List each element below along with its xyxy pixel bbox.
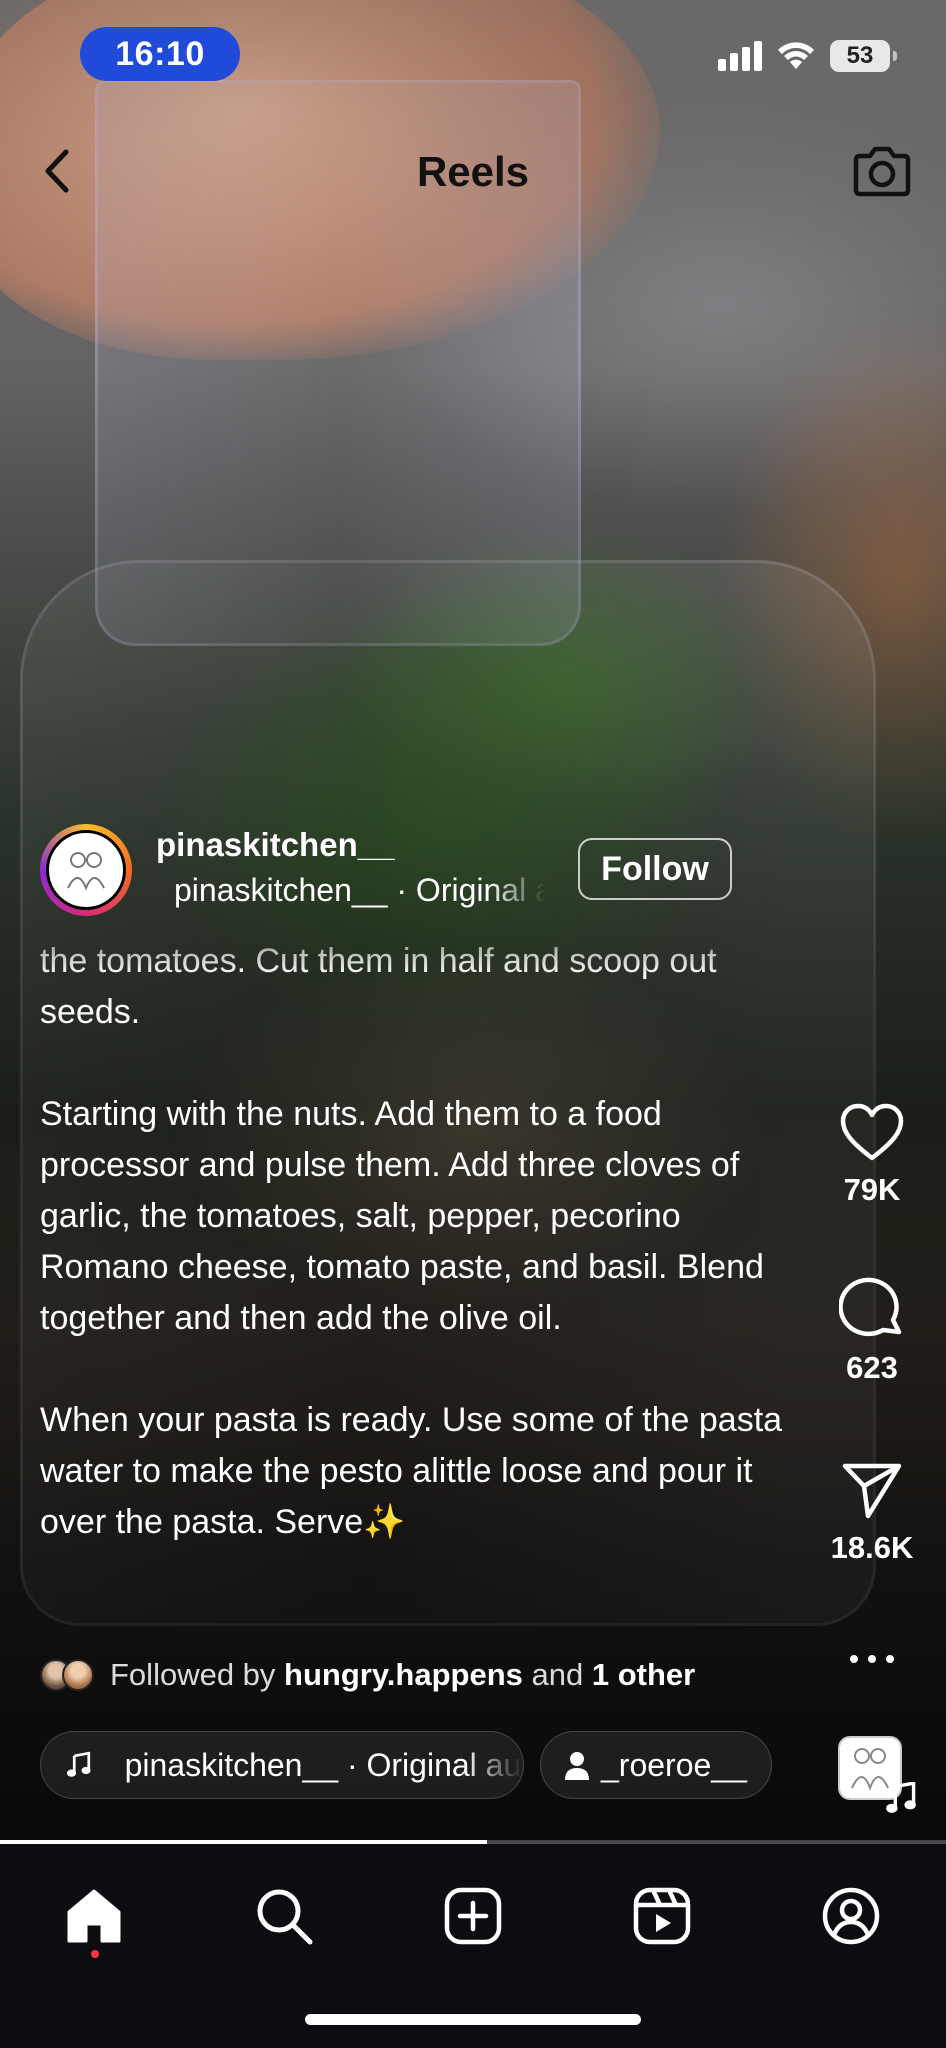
followed-by-avatars [40, 1659, 94, 1691]
followed-by-user[interactable]: hungry.happens [284, 1657, 523, 1692]
tab-profile[interactable] [811, 1876, 891, 1956]
like-count: 79K [843, 1172, 901, 1207]
followed-by-and: and [531, 1657, 584, 1692]
status-time: 16:10 [80, 27, 240, 81]
tagged-user-label: _roeroe__ [601, 1746, 747, 1783]
reel-caption[interactable]: the tomatoes. Cut them in half and scoop… [40, 936, 800, 1612]
tab-create[interactable] [433, 1876, 513, 1956]
tab-reels[interactable] [622, 1876, 702, 1956]
followed-by[interactable]: Followed by hungry.happens and 1 other [40, 1657, 695, 1693]
follow-button[interactable]: Follow [578, 838, 732, 900]
author-avatar-image [46, 830, 126, 910]
tagged-user-chip[interactable]: _roeroe__ [540, 1731, 772, 1799]
page-title: Reels [416, 148, 530, 195]
tab-search[interactable] [244, 1876, 324, 1956]
heart-icon[interactable] [839, 1102, 905, 1162]
search-icon[interactable] [254, 1886, 314, 1946]
caption-paragraph-3: When your pasta is ready. Use some of th… [40, 1401, 783, 1541]
audio-chip-label: pinaskitchen__ · Original audio [124, 1746, 523, 1783]
followed-by-prefix: Followed by [110, 1657, 276, 1692]
music-note-icon [67, 1751, 91, 1777]
home-indicator [305, 2014, 641, 2025]
person-icon [565, 1752, 589, 1780]
reels-icon[interactable] [633, 1887, 691, 1945]
author-username[interactable]: pinaskitchen__ [156, 826, 394, 864]
original-audio-link[interactable]: pinaskitchen__ · Original audio [156, 872, 546, 909]
wifi-icon [778, 42, 814, 69]
audio-chip[interactable]: pinaskitchen__ · Original audio [40, 1731, 524, 1799]
caption-paragraph-1: the tomatoes. Cut them in half and scoop… [40, 942, 717, 1031]
create-icon[interactable] [444, 1887, 502, 1945]
comment-action[interactable]: 623 [820, 1276, 924, 1386]
profile-icon[interactable] [821, 1886, 881, 1946]
tab-home[interactable] [54, 1876, 134, 1956]
more-options-icon[interactable] [850, 1644, 894, 1674]
audio-line-label: pinaskitchen__ · Original audio [174, 872, 546, 908]
share-icon[interactable] [841, 1460, 903, 1520]
share-count: 18.6K [830, 1530, 914, 1565]
caption-paragraph-2: Starting with the nuts. Add them to a fo… [40, 1095, 764, 1337]
battery-icon: 53 [830, 40, 897, 72]
comment-icon[interactable] [839, 1276, 905, 1340]
audio-thumbnail[interactable] [838, 1736, 916, 1813]
author-avatar[interactable] [40, 824, 132, 916]
home-icon[interactable] [65, 1888, 123, 1944]
follower-avatar [62, 1659, 94, 1691]
comment-count: 623 [846, 1350, 898, 1385]
status-icons: 53 [718, 40, 897, 72]
music-note-icon [886, 1782, 916, 1813]
author-logo-icon [67, 852, 105, 891]
like-action[interactable]: 79K [820, 1102, 924, 1208]
camera-icon[interactable] [852, 142, 912, 198]
home-notification-dot [91, 1950, 99, 1958]
cellular-signal-icon [718, 41, 762, 71]
share-action[interactable]: 18.6K [820, 1460, 924, 1566]
followed-by-others[interactable]: 1 other [592, 1657, 695, 1692]
